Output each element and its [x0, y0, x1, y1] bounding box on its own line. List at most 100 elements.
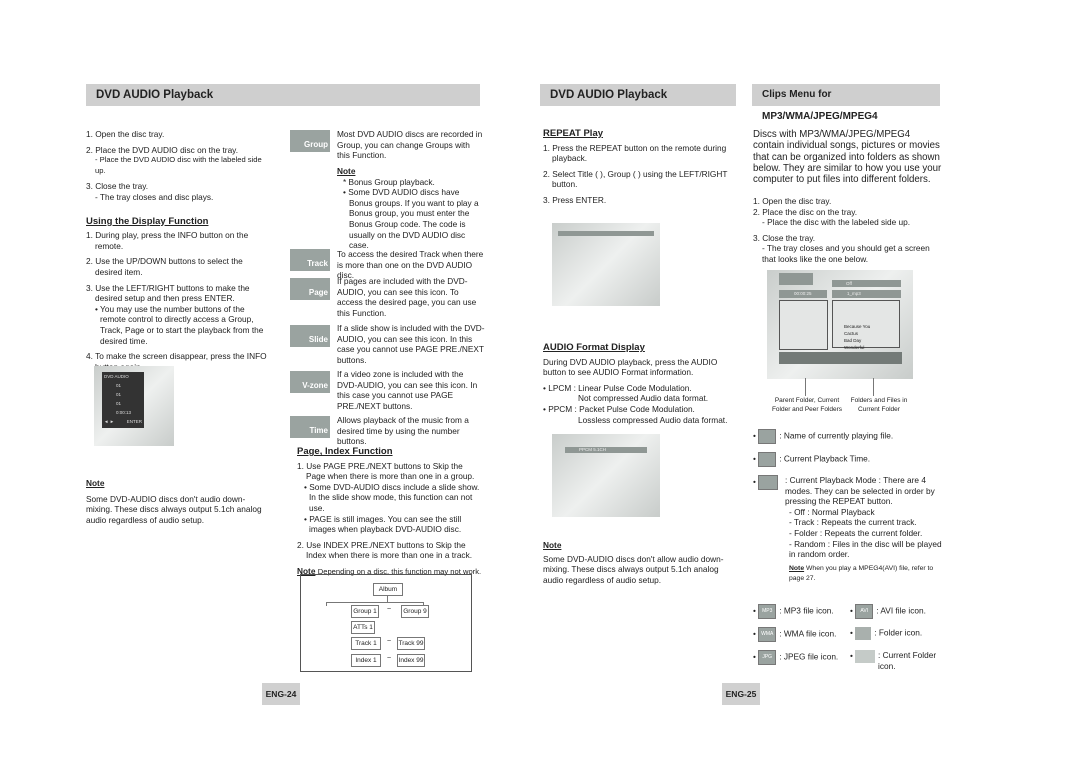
current-folder-icon — [855, 650, 876, 663]
mode: - Track : Repeats the current track. — [789, 517, 917, 528]
repeat-osd-screenshot — [552, 223, 660, 306]
time-desc: Allows playback of the music from a desi… — [337, 415, 469, 447]
arrow-right — [873, 378, 874, 396]
note-line: * Bonus Group playback. — [343, 176, 435, 187]
step: 1. Use PAGE PRE./NEXT buttons to Skip th… — [297, 460, 475, 482]
track-icon: Track — [290, 249, 330, 271]
screen-file-item: Because You — [844, 324, 871, 329]
screen-file-item: Cactus — [844, 331, 859, 336]
jpeg-icon-row: • JPG: JPEG file icon. — [753, 650, 838, 665]
left-header: DVD AUDIO Playback — [86, 84, 480, 106]
mode: - Off : Normal Playback — [789, 506, 875, 517]
tilde: ~ — [387, 606, 392, 613]
step: 3. Close the tray. — [753, 232, 816, 243]
step: 2. Place the disc on the tray. — [753, 206, 858, 217]
page-number: ENG-25 — [722, 683, 760, 705]
clips-menu-screenshot: Off 00:00:25 1_mp3 Because You Cactus Ba… — [767, 270, 913, 379]
left-steps: 1. Open the disc tray. 2. Place the DVD … — [86, 129, 271, 377]
bullet-text: : Current Playback Time. — [779, 453, 871, 464]
node-index-1: Index 1 — [351, 654, 381, 667]
intro: During DVD AUDIO playback, press the AUD… — [543, 356, 718, 378]
step-sub: • PAGE is still images. You can see the … — [304, 513, 462, 535]
clock-icon — [758, 452, 777, 467]
osd-footer: ◄ ► — [104, 419, 115, 424]
note-label: Note — [543, 540, 562, 550]
note-line: • Some DVD AUDIO discs have Bonus groups… — [343, 187, 479, 251]
lpcm: • LPCM : Linear Pulse Code Modulation. — [543, 382, 692, 393]
screen-file-item: Wonderful — [844, 345, 865, 350]
node-album: Album — [373, 583, 403, 596]
repeat-section: REPEAT Play 1. Press the REPEAT button o… — [543, 128, 728, 206]
slide-desc: If a slide show is included with the DVD… — [337, 323, 485, 365]
icon-desc: : MP3 file icon. — [779, 605, 834, 616]
note-label: Note — [86, 478, 105, 488]
screen-mode: Off — [832, 280, 901, 287]
icon-desc: : Folder icon. — [874, 627, 923, 638]
node-group-9: Group 9 — [401, 605, 429, 618]
note-text: When you play a MPEG4(AVI) file, refer t… — [789, 564, 934, 583]
repeat-title: REPEAT Play — [543, 128, 604, 139]
step-sub: - Place the disc with the labeled side u… — [762, 217, 911, 228]
left-note: Note Some DVD-AUDIO discs don't audio do… — [86, 478, 271, 525]
tilde: ~ — [387, 655, 392, 662]
manual-spread: DVD AUDIO Playback DVD AUDIO Playback Cl… — [0, 0, 1080, 763]
time-icon: Time — [290, 416, 330, 438]
step: 2. Place the DVD AUDIO disc on the tray. — [86, 144, 239, 155]
step: 1. Open the disc tray. — [86, 129, 165, 139]
ppcm-desc: Lossless compressed Audio data format. — [578, 414, 728, 425]
page-index-section: Page, Index Function 1. Use PAGE PRE./NE… — [297, 446, 482, 578]
info-osd-screenshot: DVD AUDIO 01 01 01 0:00:13 ◄ ► ENTER — [94, 366, 174, 446]
group-note: Note * Bonus Group playback. • Some DVD … — [337, 166, 485, 251]
step: 1. Press the REPEAT button on the remote… — [543, 142, 727, 164]
audio-format-section: AUDIO Format Display During DVD AUDIO pl… — [543, 342, 733, 425]
group-icon: Group — [290, 130, 330, 152]
step: 2. Use the UP/DOWN buttons to select the… — [86, 256, 243, 277]
middle-header: DVD AUDIO Playback — [540, 84, 736, 106]
osd-row: 01 — [116, 383, 122, 388]
avi-icon: AVI — [855, 604, 874, 619]
jpeg-icon: JPG — [758, 650, 777, 665]
node-index-99: Index 99 — [397, 654, 425, 667]
bullet-mode: • : Current Playback Mode : There are 4 … — [753, 475, 942, 583]
osd-row: 01 — [116, 392, 122, 397]
slide-icon: Slide — [290, 325, 330, 347]
screen-time: 00:00:25 — [779, 290, 827, 298]
group-desc: Most DVD AUDIO discs are recorded in Gro… — [337, 129, 483, 161]
step-sub: - The tray closes and disc plays. — [95, 191, 214, 202]
screen-file-item: Bad Day — [844, 338, 862, 343]
repeat-icon — [758, 475, 779, 490]
display-function-title: Using the Display Function — [86, 215, 209, 227]
arrow-left — [805, 378, 806, 396]
step: 3. Use the LEFT/RIGHT buttons to make th… — [86, 282, 250, 304]
ppcm: • PPCM : Packet Pulse Code Modulation. — [543, 403, 695, 414]
note-label: Note — [337, 166, 356, 176]
caption-right: Folders and Files in Current Folder — [850, 397, 908, 413]
step: 2. Use INDEX PRE./NEXT buttons to Skip t… — [297, 539, 473, 561]
hierarchy-diagram: Album Group 1 ~ Group 9 ATTs 1 Track 1 ~… — [300, 574, 472, 672]
bullet-time: • : Current Playback Time. — [753, 452, 943, 467]
audio-format-title: AUDIO Format Display — [543, 342, 645, 353]
node-track-1: Track 1 — [351, 637, 381, 650]
wma-icon: WMA — [758, 627, 777, 642]
page-number: ENG-24 — [262, 683, 300, 705]
mode: - Folder : Repeats the current folder. — [789, 527, 923, 538]
mp3-icon: MP3 — [758, 604, 777, 619]
avi-icon-row: • AVI: AVI file icon. — [850, 604, 926, 619]
mp3-icon-row: • MP3: MP3 file icon. — [753, 604, 834, 619]
step: 3. Close the tray. — [86, 181, 149, 192]
tilde: ~ — [387, 638, 392, 645]
caption-left: Parent Folder, Current Folder and Peer F… — [771, 397, 843, 413]
osd-row: 0:00:13 — [116, 410, 132, 415]
bullet-text: : Current Playback Mode : There are 4 mo… — [785, 475, 935, 507]
step: 1. Open the disc tray. — [753, 196, 832, 206]
page-icon: Page — [290, 278, 330, 300]
node-group-1: Group 1 — [351, 605, 379, 618]
page-index-title: Page, Index Function — [297, 446, 393, 457]
step-sub: - The tray closes and you should get a s… — [762, 243, 930, 264]
node-atts: ATTs 1 — [351, 621, 375, 634]
folder-icon — [855, 627, 872, 640]
node-track-99: Track 99 — [397, 637, 425, 650]
screen-file: 1_mp3 — [832, 290, 901, 298]
bullet-text: : Name of currently playing file. — [779, 430, 894, 441]
lpcm-desc: Not compressed Audio data format. — [578, 393, 709, 404]
